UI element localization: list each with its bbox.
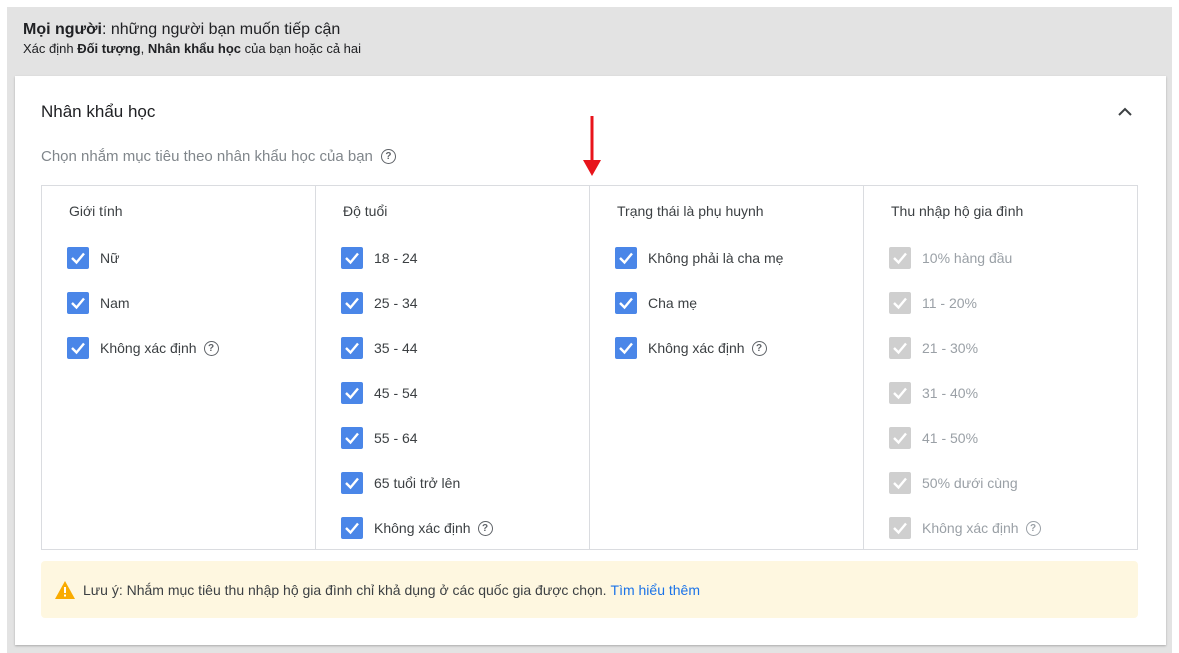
option-label: 41 - 50%	[922, 430, 979, 446]
checkbox[interactable]	[341, 337, 363, 359]
learn-more-link[interactable]: Tìm hiểu thêm	[611, 582, 700, 598]
option-label: Không xác định	[922, 520, 1019, 536]
checkbox[interactable]	[889, 337, 911, 359]
option-item[interactable]: 18 - 24	[341, 247, 418, 269]
option-label: 35 - 44	[374, 340, 418, 356]
option-item[interactable]: 25 - 34	[341, 292, 418, 314]
note-text: Lưu ý: Nhắm mục tiêu thu nhập hộ gia đìn…	[83, 581, 701, 598]
chevron-up-icon[interactable]	[1113, 100, 1137, 124]
checkbox[interactable]	[889, 247, 911, 269]
column-1: Giới tính Nữ Nam Không xác định?	[42, 186, 316, 549]
help-icon[interactable]: ?	[751, 340, 767, 356]
option-label: Không xác định	[648, 340, 745, 356]
checkbox[interactable]	[889, 517, 911, 539]
option-label: 18 - 24	[374, 250, 418, 266]
option-label: 45 - 54	[374, 385, 418, 401]
option-label: 55 - 64	[374, 430, 418, 446]
checkbox[interactable]	[889, 427, 911, 449]
option-label: Không xác định	[100, 340, 197, 356]
option-label: Nữ	[100, 250, 120, 266]
option-item[interactable]: 35 - 44	[341, 337, 418, 359]
help-icon[interactable]: ?	[1025, 520, 1041, 536]
option-item[interactable]: Không xác định?	[615, 337, 767, 359]
option-item[interactable]: Nữ	[67, 247, 119, 269]
option-label: 21 - 30%	[922, 340, 979, 356]
option-item[interactable]: 50% dưới cùng	[889, 472, 1018, 494]
option-label: Không phải là cha mẹ	[648, 250, 784, 266]
column-title: Thu nhập hộ gia đình	[891, 203, 1024, 219]
checkbox[interactable]	[615, 247, 637, 269]
option-label: Không xác định	[374, 520, 471, 536]
people-heading: Mọi người: những người bạn muốn tiếp cận	[23, 21, 341, 38]
checkbox[interactable]	[615, 337, 637, 359]
option-label: 11 - 20%	[922, 295, 977, 311]
option-item[interactable]: 11 - 20%	[889, 292, 977, 314]
warning-icon	[55, 580, 75, 599]
subtitle-text: Chọn nhắm mục tiêu theo nhân khẩu học củ…	[41, 148, 373, 165]
option-item[interactable]: Cha mẹ	[615, 292, 697, 314]
checkbox[interactable]	[341, 472, 363, 494]
demographics-grid: Giới tính Nữ Nam Không xác định? Độ tuổi 18 -…	[41, 185, 1138, 550]
option-label: 65 tuổi trở lên	[374, 475, 461, 491]
option-item[interactable]: 45 - 54	[341, 382, 418, 404]
option-label: 25 - 34	[374, 295, 418, 311]
option-item[interactable]: Không phải là cha mẹ	[615, 247, 783, 269]
checkbox[interactable]	[341, 247, 363, 269]
column-title: Trạng thái là phụ huynh	[617, 203, 764, 219]
help-icon[interactable]: ?	[203, 340, 219, 356]
option-label: Cha mẹ	[648, 295, 698, 311]
column-2: Độ tuổi 18 - 24 25 - 34 35 - 44 45 - 54 55 - …	[316, 186, 590, 549]
option-item[interactable]: 55 - 64	[341, 427, 418, 449]
column-title: Giới tính	[69, 203, 123, 219]
column-3: Trạng thái là phụ huynh Không phải là cha…	[590, 186, 864, 549]
help-icon[interactable]: ?	[477, 520, 493, 536]
option-label: 31 - 40%	[922, 385, 979, 401]
checkbox[interactable]	[67, 247, 89, 269]
checkbox[interactable]	[615, 292, 637, 314]
red-down-arrow-icon	[583, 116, 601, 176]
checkbox[interactable]	[341, 517, 363, 539]
checkbox[interactable]	[341, 427, 363, 449]
income-note: Lưu ý: Nhắm mục tiêu thu nhập hộ gia đìn…	[41, 561, 1138, 618]
option-label: Nam	[100, 295, 130, 311]
checkbox[interactable]	[341, 292, 363, 314]
column-title: Độ tuổi	[343, 203, 388, 219]
option-item[interactable]: 31 - 40%	[889, 382, 978, 404]
demographics-subtitle: Chọn nhắm mục tiêu theo nhân khẩu học củ…	[41, 148, 396, 165]
option-item[interactable]: 21 - 30%	[889, 337, 978, 359]
checkbox[interactable]	[889, 382, 911, 404]
option-item[interactable]: 10% hàng đầu	[889, 247, 1012, 269]
option-item[interactable]: 65 tuổi trở lên	[341, 472, 460, 494]
column-4: Thu nhập hộ gia đình 10% hàng đầu 11 - 20%…	[864, 186, 1137, 549]
checkbox[interactable]	[67, 292, 89, 314]
checkbox[interactable]	[341, 382, 363, 404]
checkbox[interactable]	[889, 292, 911, 314]
option-item[interactable]: 41 - 50%	[889, 427, 978, 449]
option-item[interactable]: Không xác định?	[889, 517, 1041, 539]
option-item[interactable]: Không xác định?	[67, 337, 219, 359]
help-icon[interactable]: ?	[380, 149, 396, 164]
people-description: Xác định Đối tượng, Nhân khẩu học của bạ…	[23, 41, 362, 56]
option-item[interactable]: Không xác định?	[341, 517, 493, 539]
checkbox[interactable]	[889, 472, 911, 494]
demographics-title: Nhân khẩu học	[41, 102, 156, 121]
option-item[interactable]: Nam	[67, 292, 130, 314]
option-label: 10% hàng đầu	[922, 250, 1013, 266]
checkbox[interactable]	[67, 337, 89, 359]
option-label: 50% dưới cùng	[922, 475, 1018, 491]
